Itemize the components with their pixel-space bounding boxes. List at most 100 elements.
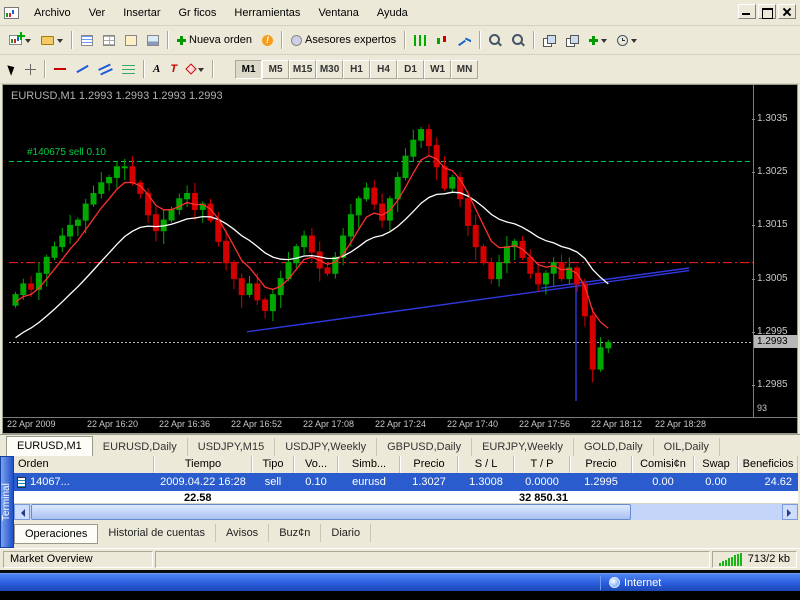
new-chart-button[interactable] [4, 29, 36, 51]
timeframe-m1[interactable]: M1 [235, 60, 262, 79]
minimize-button[interactable] [738, 4, 756, 19]
scrollbar-thumb[interactable] [31, 504, 631, 520]
candle [247, 284, 252, 295]
column-tp[interactable]: T / P [514, 456, 570, 473]
candle [497, 263, 502, 279]
scroll-right-arrow[interactable] [782, 504, 798, 520]
scroll-left-arrow[interactable] [14, 504, 30, 520]
timeframe-w1[interactable]: W1 [424, 60, 451, 79]
chart-canvas[interactable] [9, 87, 753, 417]
tab-historial[interactable]: Historial de cuentas [98, 524, 216, 542]
taskbar-internet-item[interactable]: Internet [596, 576, 661, 590]
candle [395, 178, 400, 199]
price-scale-label: 1.3035 [757, 113, 788, 124]
timeframe-mn[interactable]: MN [451, 60, 478, 79]
column-orden[interactable]: Orden [14, 456, 154, 473]
column-precio-actual[interactable]: Precio [570, 456, 632, 473]
timeframe-d1[interactable]: D1 [397, 60, 424, 79]
text-label-button[interactable] [165, 58, 182, 80]
menu-herramientas[interactable]: Herramientas [225, 4, 309, 22]
zoom-in-button[interactable] [484, 29, 507, 51]
order-row-selected[interactable]: 14067... 2009.04.22 16:28 sell 0.10 euru… [14, 473, 798, 491]
chart-tab-eurjpy-weekly[interactable]: EURJPY,Weekly [472, 438, 574, 456]
cursor-tool-button[interactable] [4, 58, 20, 80]
menu-ver[interactable]: Ver [80, 4, 115, 22]
timeframe-h4[interactable]: H4 [370, 60, 397, 79]
fibonacci-button[interactable] [117, 58, 140, 80]
channel-button[interactable] [94, 58, 117, 80]
timeframe-m15[interactable]: M15 [289, 60, 316, 79]
column-beneficios[interactable]: Beneficios [738, 456, 798, 473]
column-volumen[interactable]: Vo... [294, 456, 338, 473]
market-watch-button[interactable] [76, 29, 98, 51]
time-axis[interactable]: 22 Apr 2009 22 Apr 16:20 22 Apr 16:36 22… [3, 419, 797, 434]
horizontal-line-button[interactable] [49, 58, 71, 80]
time-label: 22 Apr 2009 [7, 419, 56, 429]
terminal-panel-button[interactable] [142, 29, 164, 51]
tile-windows-button[interactable] [538, 29, 561, 51]
chart-tab-usdjpy-weekly[interactable]: USDJPY,Weekly [275, 438, 377, 456]
expert-advisors-button[interactable]: Asesores expertos [286, 29, 401, 51]
navigator-button[interactable] [120, 29, 142, 51]
terminal-side-tab[interactable]: Terminal [0, 456, 14, 548]
chart-tab-eurusd-m1[interactable]: EURUSD,M1 [6, 436, 93, 456]
globe-icon [609, 577, 620, 588]
tab-buzon[interactable]: Buz¢n [269, 524, 321, 542]
tab-operaciones[interactable]: Operaciones [14, 524, 98, 544]
data-window-button[interactable] [98, 29, 120, 51]
menu-graficos[interactable]: Gr ficos [170, 4, 226, 22]
menu-bar: Archivo Ver Insertar Gr ficos Herramient… [0, 0, 800, 26]
close-button[interactable] [778, 4, 796, 19]
new-order-button[interactable]: Nueva orden [172, 29, 257, 51]
candle [450, 178, 455, 189]
horizontal-scrollbar[interactable] [14, 504, 798, 520]
arrows-button[interactable] [182, 58, 209, 80]
candle [255, 284, 260, 300]
candle [83, 204, 88, 220]
toolbar-separator [212, 60, 214, 78]
metaeditor-button[interactable] [257, 29, 278, 51]
trendline-button[interactable] [71, 58, 94, 80]
column-tiempo[interactable]: Tiempo [154, 456, 252, 473]
candlestick-chart-button[interactable] [431, 29, 453, 51]
candle [528, 257, 533, 273]
menu-ayuda[interactable]: Ayuda [368, 4, 417, 22]
zoom-out-button[interactable] [507, 29, 530, 51]
timeframe-m30[interactable]: M30 [316, 60, 343, 79]
column-swap[interactable]: Swap [694, 456, 738, 473]
window-controls [738, 4, 796, 19]
timeframe-h1[interactable]: H1 [343, 60, 370, 79]
tab-diario[interactable]: Diario [321, 524, 371, 542]
menu-insertar[interactable]: Insertar [114, 4, 169, 22]
maximize-button[interactable] [758, 4, 776, 19]
menu-archivo[interactable]: Archivo [25, 4, 80, 22]
line-chart-button[interactable] [453, 29, 476, 51]
chart-tab-gbpusd-daily[interactable]: GBPUSD,Daily [377, 438, 472, 456]
bar-chart-button[interactable] [409, 29, 431, 51]
profiles-icon [41, 36, 54, 45]
status-bar: Market Overview 713/2 kb [0, 548, 800, 570]
tab-avisos[interactable]: Avisos [216, 524, 269, 542]
crosshair-tool-button[interactable] [20, 58, 41, 80]
ma-slow-white [16, 192, 609, 338]
cascade-windows-button[interactable] [561, 29, 584, 51]
horizontal-line-icon [54, 68, 66, 70]
chart-tab-oil-daily[interactable]: OIL,Daily [654, 438, 720, 456]
chart-tab-eurusd-daily[interactable]: EURUSD,Daily [93, 438, 188, 456]
column-comision[interactable]: Comisi¢n [632, 456, 694, 473]
indicators-button[interactable] [584, 29, 612, 51]
column-sl[interactable]: S / L [458, 456, 514, 473]
text-tool-button[interactable] [148, 58, 165, 80]
chart-tab-gold-daily[interactable]: GOLD,Daily [574, 438, 654, 456]
candle [263, 300, 268, 311]
menu-ventana[interactable]: Ventana [309, 4, 367, 22]
cascade-windows-icon [566, 35, 579, 46]
column-tipo[interactable]: Tipo [252, 456, 294, 473]
periods-button[interactable] [612, 29, 642, 51]
time-label: 22 Apr 16:52 [231, 419, 282, 429]
profiles-button[interactable] [36, 29, 68, 51]
timeframe-m5[interactable]: M5 [262, 60, 289, 79]
column-precio-open[interactable]: Precio [400, 456, 458, 473]
chart-tab-usdjpy-m15[interactable]: USDJPY,M15 [188, 438, 275, 456]
column-simbolo[interactable]: Simb... [338, 456, 400, 473]
